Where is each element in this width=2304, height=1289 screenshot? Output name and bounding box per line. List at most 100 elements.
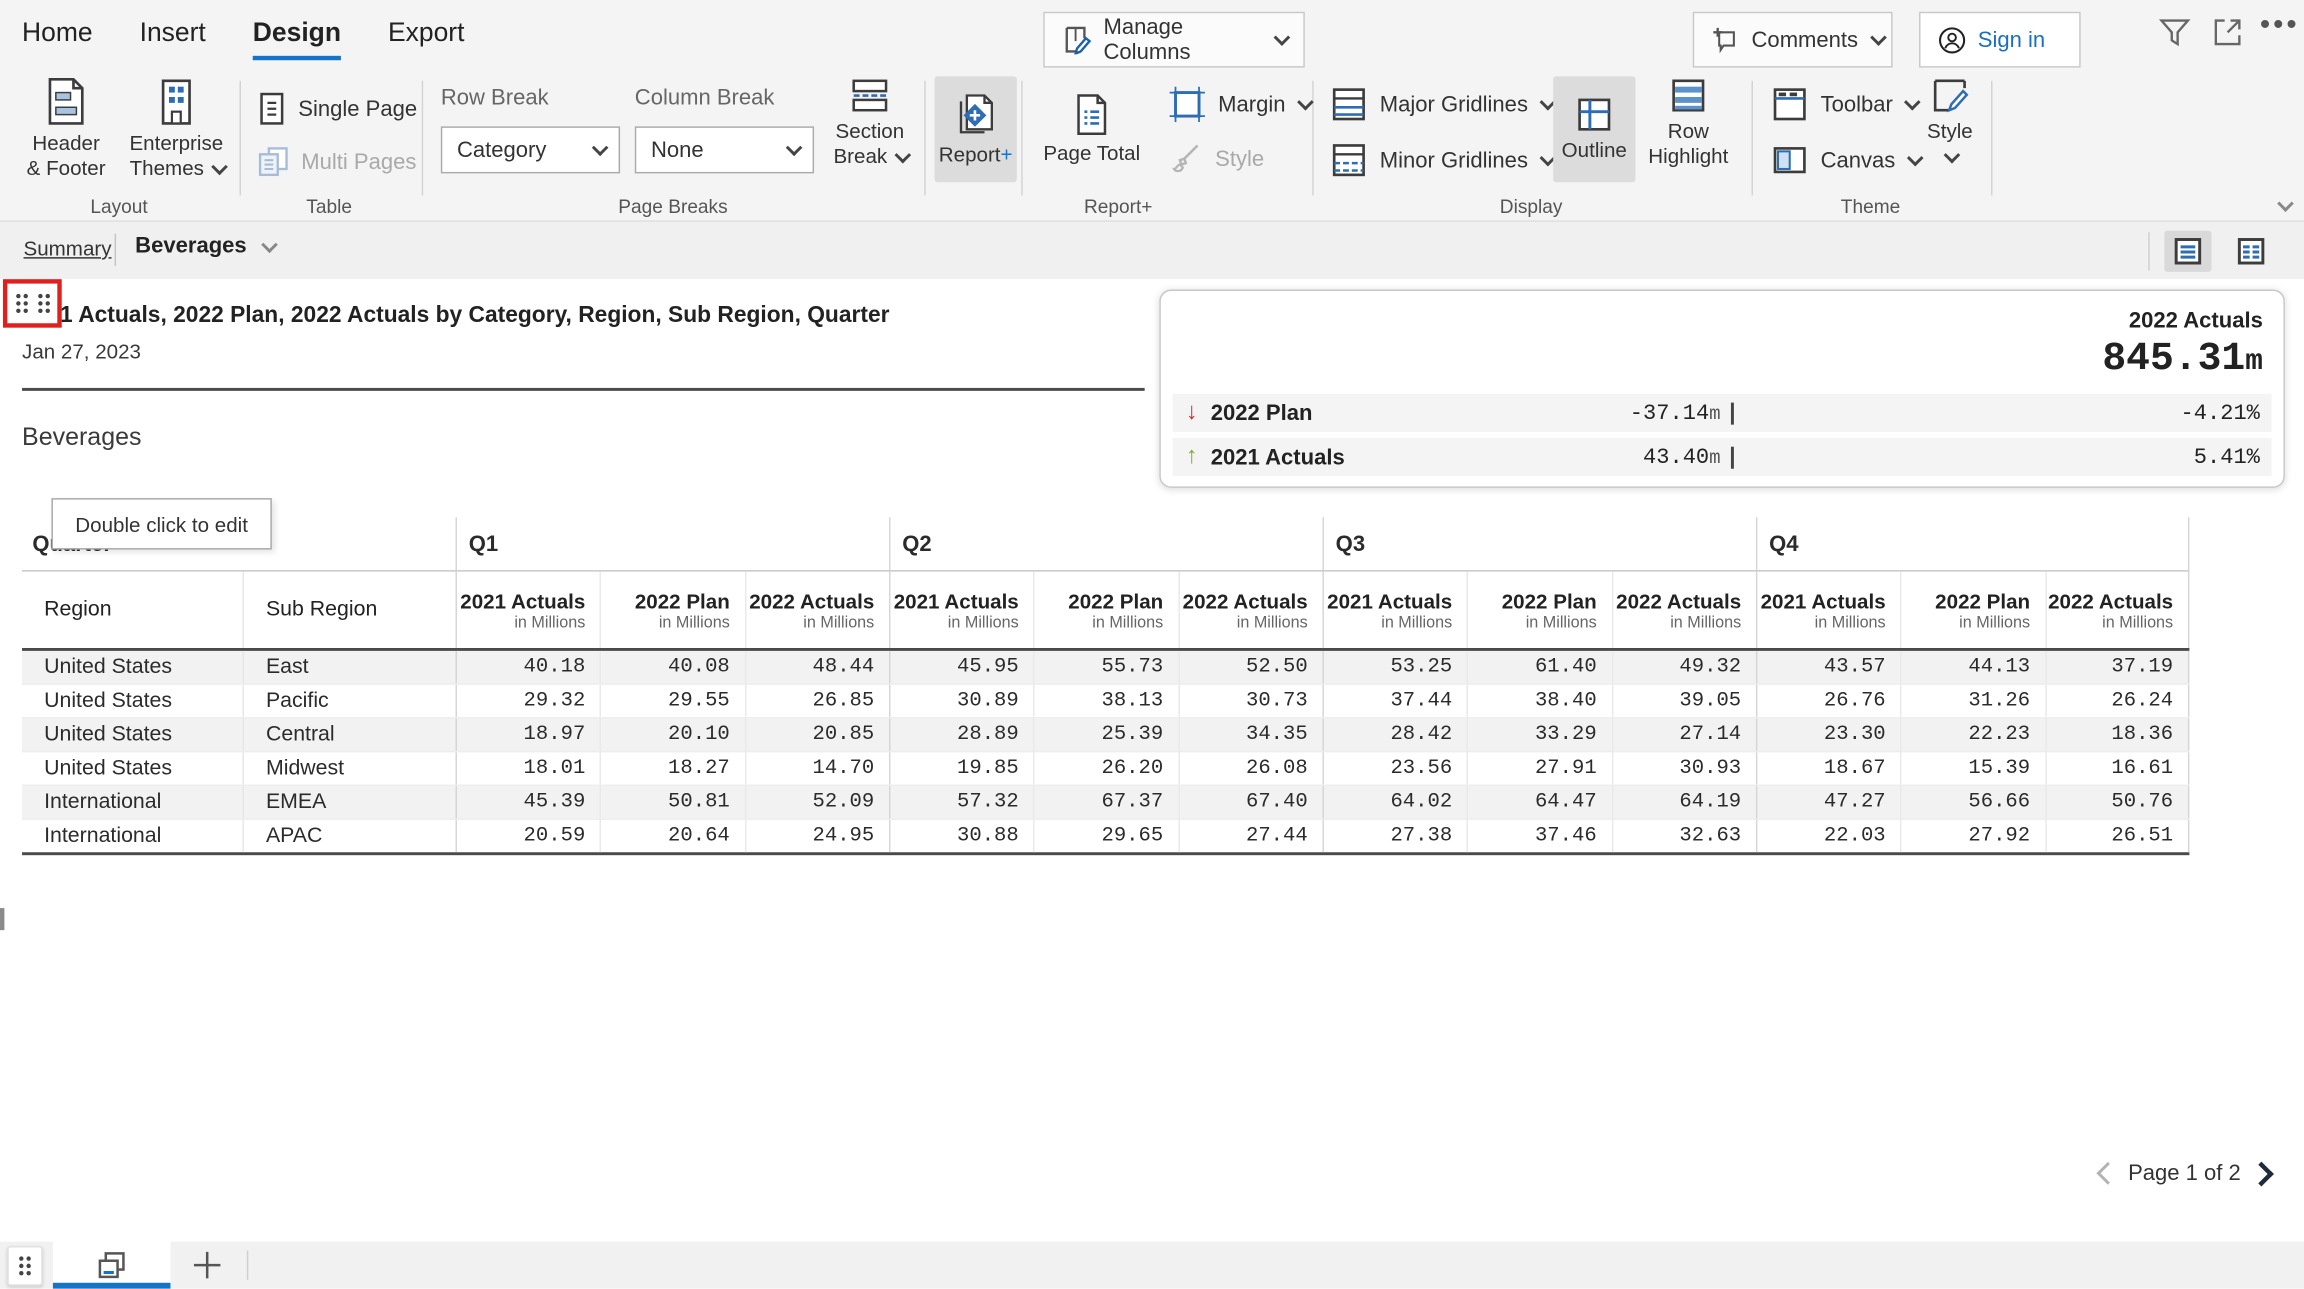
edit-tooltip: Double click to edit [51, 498, 271, 549]
value-cell: 20.64 [600, 820, 744, 852]
value-cell: 33.29 [1467, 719, 1611, 751]
pager: Page 1 of 2 [2100, 1161, 2270, 1186]
value-cell: 27.91 [1467, 752, 1611, 784]
row-highlight-button[interactable]: Row Highlight [1643, 76, 1734, 169]
drag-handle-icon [15, 294, 27, 313]
tab-drag-handle[interactable] [7, 1246, 42, 1286]
single-page-button[interactable]: Single Page [257, 91, 417, 126]
report-table[interactable]: Quarter Q1Q2Q3Q4 RegionSub Region2021 Ac… [22, 517, 2189, 855]
quarter-row: Quarter Q1Q2Q3Q4 [22, 517, 2189, 571]
major-gridlines-button[interactable]: Major Gridlines [1330, 85, 1552, 123]
value-cell: 64.47 [1467, 786, 1611, 818]
sub-region-cell: Central [242, 719, 455, 751]
value-cell: 29.65 [1033, 820, 1177, 852]
kpi-delta-label: 2021 Actuals [1211, 444, 1461, 469]
expand-icon[interactable] [2210, 15, 2245, 50]
value-cell: 52.09 [744, 786, 888, 818]
canvas-button[interactable]: Canvas [1771, 141, 1919, 179]
divider [1752, 81, 1753, 196]
divider [247, 1250, 248, 1279]
column-header: Sub Region [242, 572, 455, 648]
column-break-select[interactable]: None [635, 126, 814, 173]
row-break-select[interactable]: Category [441, 126, 620, 173]
style-button-disabled[interactable]: Style [1168, 141, 1264, 176]
kpi-rows: ↓2022 Plan-37.14m-4.21%↑2021 Actuals43.4… [1173, 394, 2272, 476]
value-cell: 30.93 [1611, 752, 1755, 784]
region-cell: United States [22, 752, 242, 784]
kpi-delta-label: 2022 Plan [1211, 400, 1461, 425]
drag-handle-highlight[interactable] [3, 279, 62, 327]
value-cell: 50.76 [2045, 786, 2189, 818]
manage-columns-button[interactable]: Manage Columns [1043, 12, 1305, 68]
themes-label: Themes [130, 156, 204, 181]
previous-page-icon[interactable] [2097, 1162, 2120, 1185]
page-nav-bar: Summary Beverages [0, 222, 2304, 279]
margin-button[interactable]: Margin [1168, 85, 1309, 123]
tab-export[interactable]: Export [388, 18, 464, 61]
more-options-icon[interactable]: ••• [2260, 9, 2300, 43]
chevron-down-icon [1869, 29, 1886, 46]
report-plus-label: Report+ [939, 143, 1013, 168]
sub-region-cell: APAC [242, 820, 455, 852]
tab-home[interactable]: Home [22, 18, 93, 61]
value-cell: 22.03 [1756, 820, 1900, 852]
sign-in-button[interactable]: Sign in [1919, 12, 2081, 68]
value-cell: 57.32 [889, 786, 1033, 818]
summary-link[interactable]: Summary [24, 237, 112, 261]
comments-button[interactable]: Comments [1693, 12, 1893, 68]
enterprise-themes-button[interactable]: Enterprise Themes [118, 76, 236, 180]
multi-pages-button[interactable]: Multi Pages [257, 144, 416, 179]
value-cell: 28.42 [1322, 719, 1466, 751]
category-picker[interactable]: Beverages [135, 234, 273, 259]
collapse-ribbon-icon[interactable] [2277, 195, 2294, 212]
kpi-delta-value: 43.40m [1461, 444, 1734, 469]
kpi-measure-label: 2022 Actuals [2129, 309, 2263, 334]
value-cell: 38.13 [1033, 685, 1177, 717]
filter-icon[interactable] [2157, 15, 2192, 50]
divider [115, 234, 116, 266]
theme-style-button[interactable]: Style [1918, 76, 1983, 163]
outline-button[interactable]: Outline [1553, 76, 1635, 182]
measure-header: 2022 Planin Millions [1033, 572, 1177, 648]
section-label: Beverages [22, 423, 141, 452]
report-canvas[interactable]: 2021 Actuals, 2022 Plan, 2022 Actuals by… [0, 279, 2304, 1241]
report-date[interactable]: Jan 27, 2023 [22, 339, 141, 363]
report-title[interactable]: 2021 Actuals, 2022 Plan, 2022 Actuals by… [22, 303, 1139, 329]
value-cell: 26.08 [1178, 752, 1322, 784]
region-cell: International [22, 786, 242, 818]
value-cell: 23.56 [1322, 752, 1466, 784]
quarter-header: Q2 [889, 517, 1322, 570]
drag-handle-icon [19, 1256, 31, 1275]
title-rule [22, 388, 1145, 391]
next-page-icon[interactable] [2249, 1161, 2274, 1186]
style-label: Style [1215, 146, 1264, 171]
divider [1021, 81, 1022, 196]
list-view-icon [2173, 237, 2202, 266]
column-header: Region [22, 572, 242, 648]
add-sheet-button[interactable] [170, 1242, 243, 1289]
value-cell: 23.30 [1756, 719, 1900, 751]
kpi-card[interactable]: 2022 Actuals 845.31m ↓2022 Plan-37.14m-4… [1159, 289, 2285, 487]
toolbar-label: Toolbar [1821, 92, 1893, 117]
tab-insert[interactable]: Insert [140, 18, 206, 61]
person-icon [1938, 26, 1966, 54]
page-total-button[interactable]: Page Total [1034, 76, 1149, 182]
active-sheet-tab[interactable] [53, 1242, 171, 1289]
value-cell: 34.35 [1178, 719, 1322, 751]
value-cell: 26.51 [2045, 820, 2189, 852]
major-gridlines-label: Major Gridlines [1380, 92, 1528, 117]
tab-design[interactable]: Design [253, 18, 341, 61]
region-cell: International [22, 820, 242, 852]
toolbar-button[interactable]: Toolbar [1771, 85, 1917, 123]
divider [1312, 81, 1313, 196]
comments-label: Comments [1752, 27, 1859, 52]
section-break-button[interactable]: Section Break [823, 76, 917, 169]
header-footer-button[interactable]: Header & Footer [26, 76, 105, 180]
two-column-view-toggle[interactable] [2228, 231, 2275, 272]
pages-icon [96, 1250, 128, 1279]
minor-gridlines-button[interactable]: Minor Gridlines [1330, 141, 1552, 179]
multi-pages-icon [257, 144, 289, 179]
single-column-view-toggle[interactable] [2164, 231, 2211, 272]
value-cell: 40.18 [456, 651, 600, 683]
report-plus-button[interactable]: Report+ [935, 76, 1017, 182]
